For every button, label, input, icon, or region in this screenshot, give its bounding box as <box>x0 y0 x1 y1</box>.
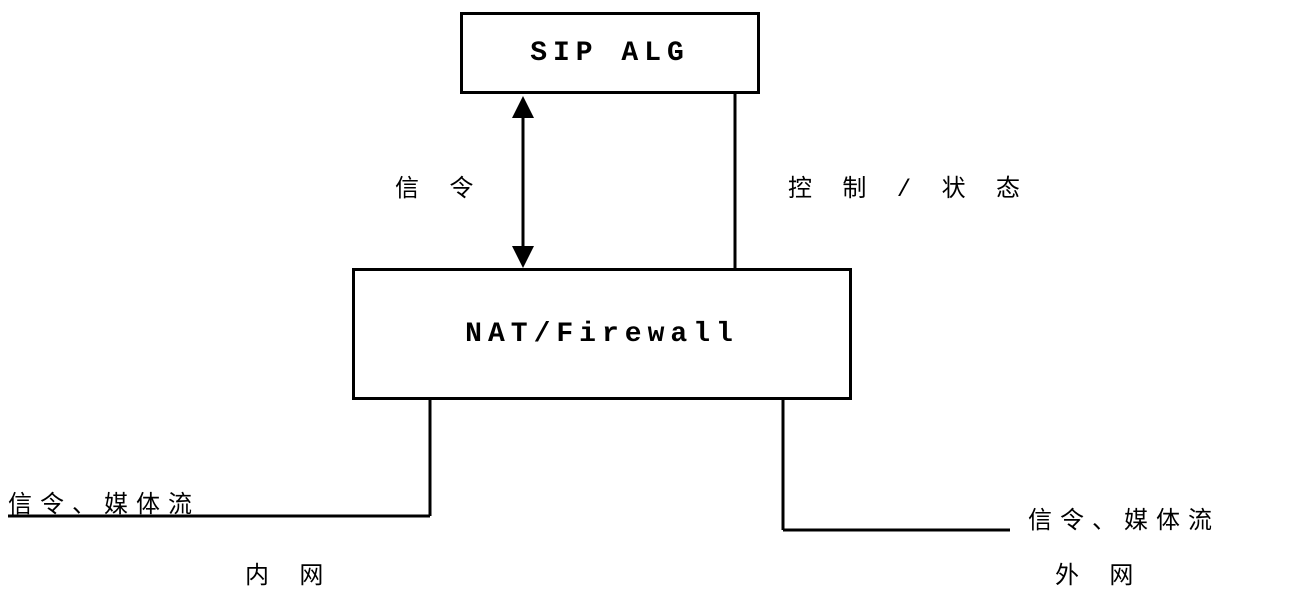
outer-net-label: 外 网 <box>1055 555 1141 591</box>
nat-firewall-box: NAT/Firewall <box>352 268 852 400</box>
nat-firewall-label: NAT/Firewall <box>465 319 739 350</box>
sip-alg-box: SIP ALG <box>460 12 760 94</box>
right-flow-label: 信令、媒体流 <box>1028 500 1220 536</box>
signaling-label: 信 令 <box>395 168 481 204</box>
inner-net-label: 内 网 <box>245 555 331 591</box>
control-status-label: 控 制 / 状 态 <box>788 168 1028 204</box>
signaling-arrow <box>512 96 534 268</box>
left-flow-label: 信令、媒体流 <box>8 484 200 520</box>
sip-alg-label: SIP ALG <box>530 38 690 69</box>
right-wan-line <box>783 400 1010 530</box>
